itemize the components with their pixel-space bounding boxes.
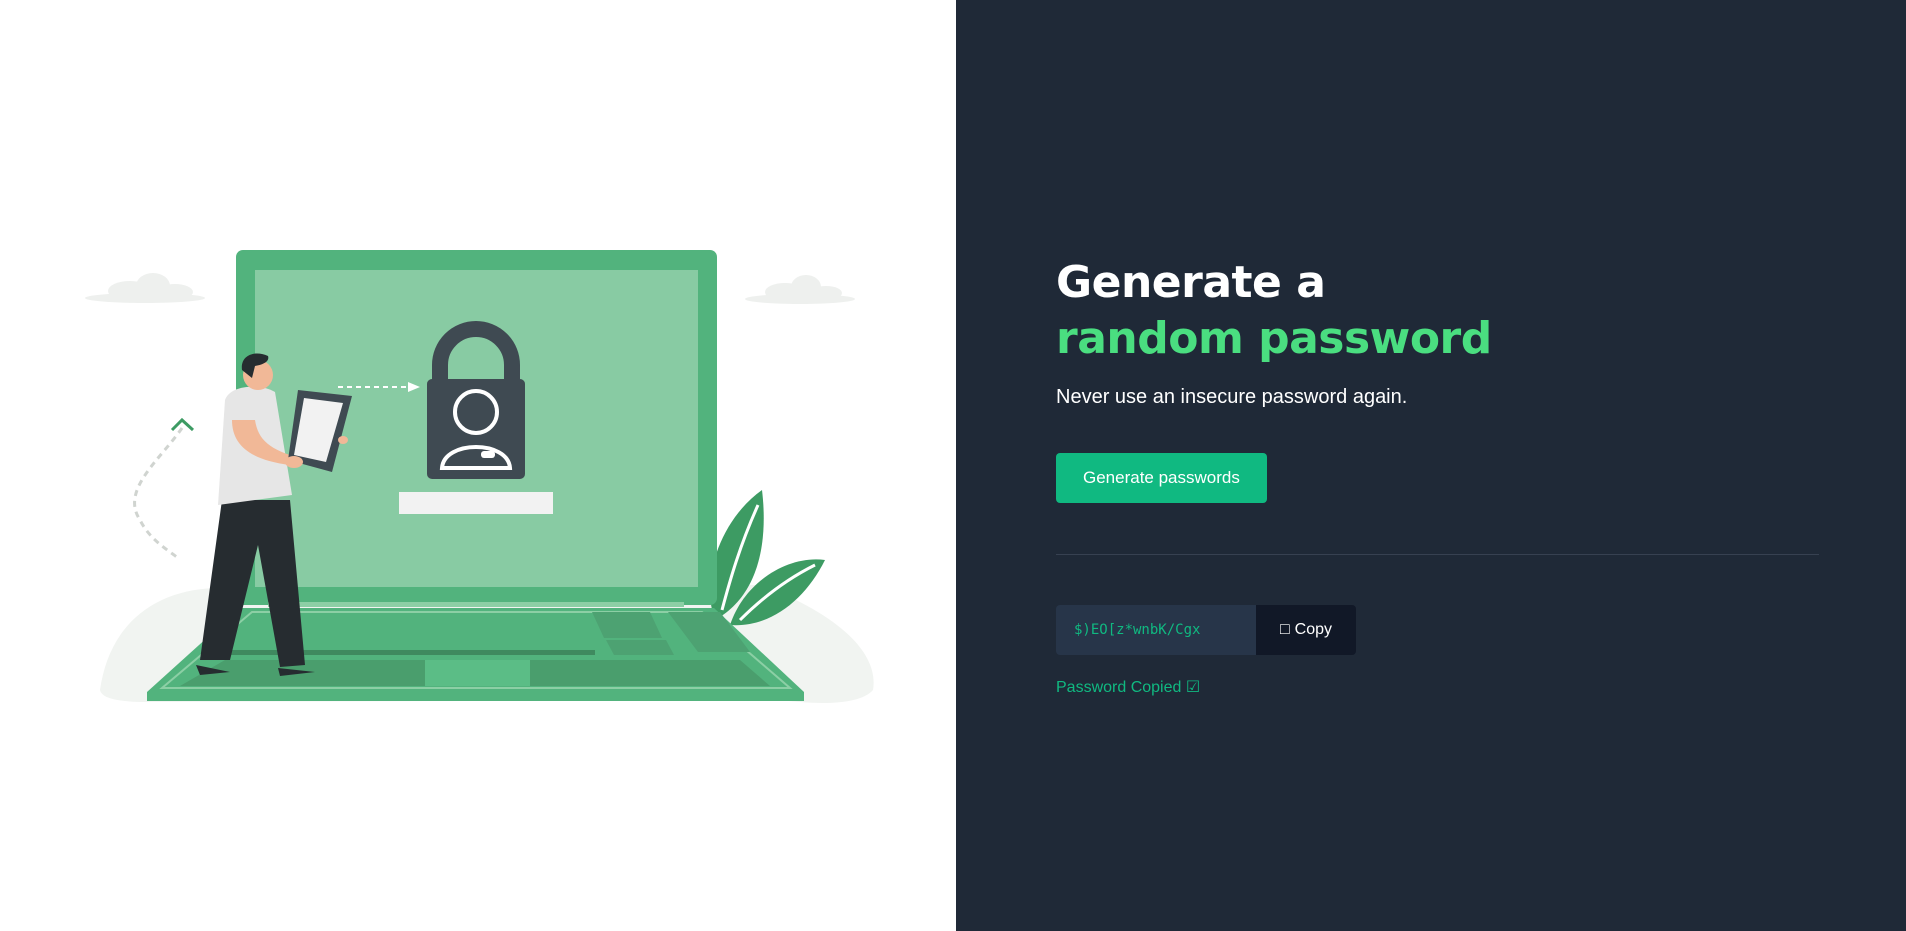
title-line-2: random password	[1056, 313, 1492, 364]
password-field-graphic	[399, 492, 553, 514]
generator-content: Generate a random password Never use an …	[1056, 255, 1819, 697]
generated-password-field[interactable]: $)EO[z*wnbK/Cgx	[1056, 605, 1256, 655]
copy-button[interactable]: □ Copy	[1256, 605, 1356, 655]
cloud-right-icon	[745, 275, 855, 304]
title-line-1: Generate a	[1056, 257, 1326, 308]
copy-button-label: Copy	[1294, 621, 1333, 638]
page: Generate a random password Never use an …	[0, 0, 1906, 931]
password-output-row: $)EO[z*wnbK/Cgx □ Copy	[1056, 605, 1819, 655]
section-divider	[1056, 554, 1819, 555]
copy-icon: □	[1279, 621, 1290, 638]
generate-passwords-button[interactable]: Generate passwords	[1056, 453, 1267, 503]
dashed-trail-icon	[133, 417, 195, 560]
copy-status-message: Password Copied ☑	[1056, 679, 1201, 696]
illustration-panel	[0, 0, 956, 931]
generator-panel: Generate a random password Never use an …	[956, 0, 1906, 931]
cloud-left-icon	[85, 273, 205, 303]
leaf-plant-icon	[710, 490, 825, 626]
security-illustration	[85, 250, 874, 703]
page-subtitle: Never use an insecure password again.	[1056, 386, 1408, 408]
page-title: Generate a random password	[1056, 255, 1819, 367]
